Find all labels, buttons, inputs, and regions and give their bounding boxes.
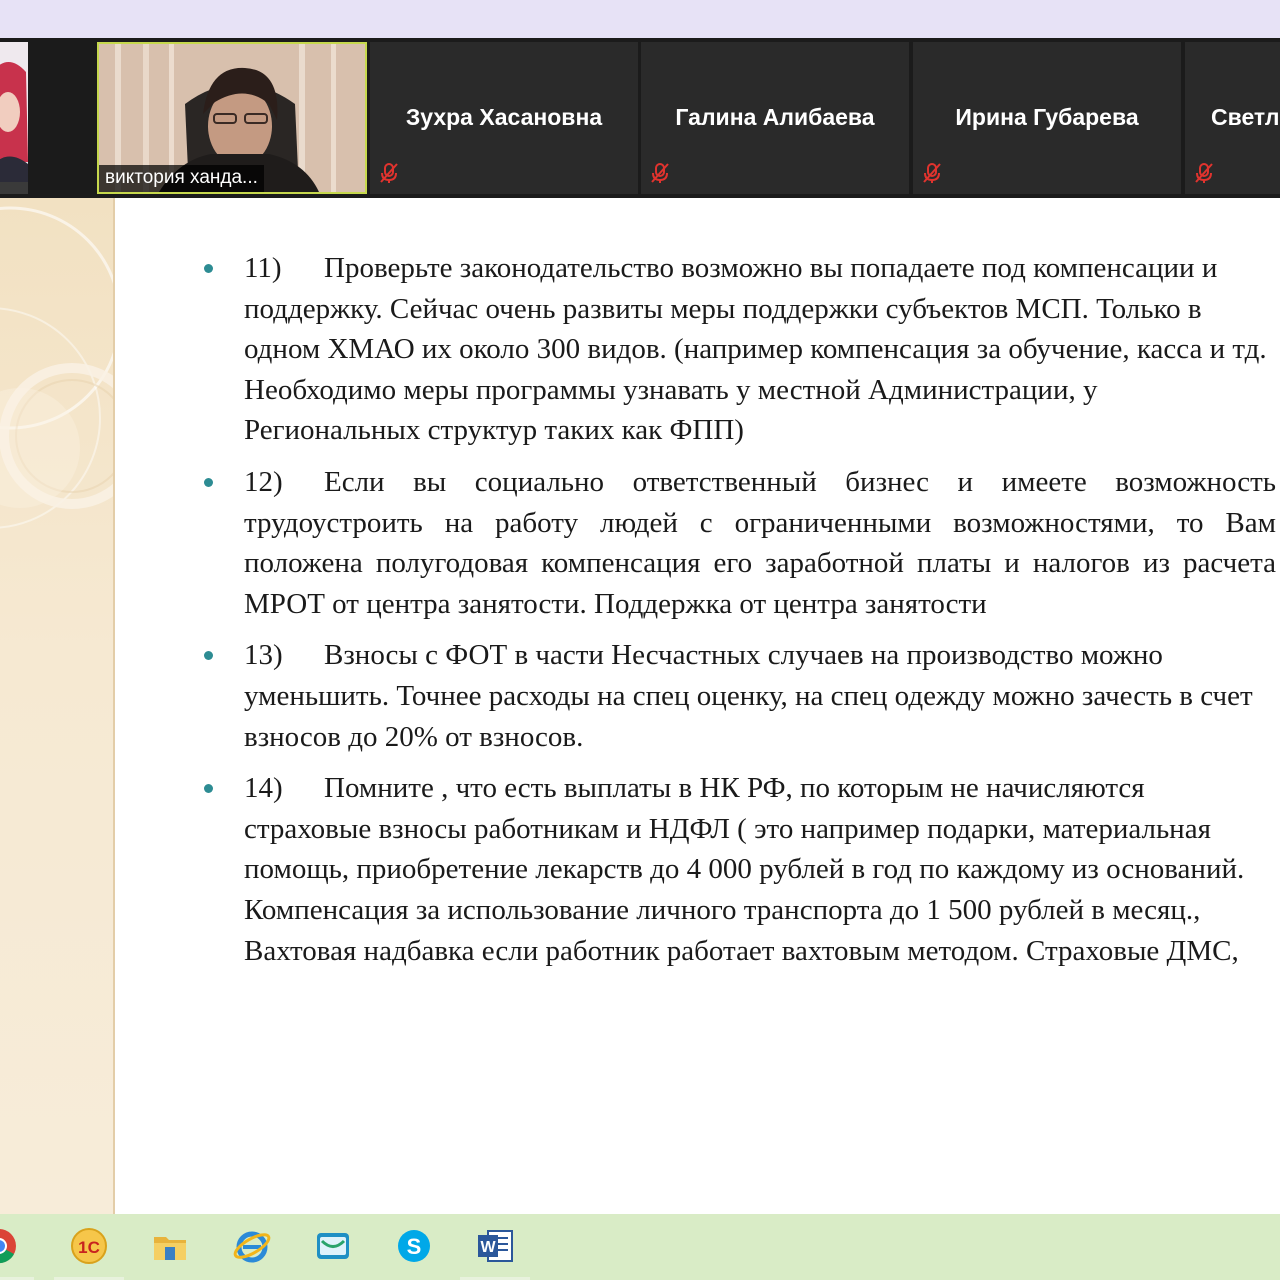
- decorative-circles: [0, 206, 115, 529]
- word-icon-label: W: [480, 1239, 496, 1256]
- bullet-text: Если вы социально ответственный бизнес и…: [244, 465, 1276, 620]
- participant-tile[interactable]: Галина Алибаева: [641, 42, 909, 194]
- bullet-dot: [204, 784, 213, 794]
- slide-bullet-list: 11) Проверьте законодательство возможно в…: [200, 248, 1276, 982]
- word-icon: W: [478, 1230, 513, 1262]
- bullet-number: 14): [244, 772, 283, 805]
- file-explorer-icon: [154, 1237, 186, 1260]
- window-top-strip: [0, 0, 1280, 38]
- participant-gallery: виктория ханда... Зухра Хасановна Галина…: [0, 38, 1280, 198]
- bullet-dot: [204, 264, 213, 273]
- skype-icon-label: S: [407, 1234, 422, 1259]
- mic-muted-icon: [923, 163, 941, 183]
- participant-tile-active-speaker[interactable]: виктория ханда...: [97, 42, 367, 194]
- mic-muted-icon: [651, 163, 669, 183]
- mic-muted-icon: [1195, 163, 1213, 183]
- bullet-number: 12): [244, 465, 283, 498]
- participant-name: Ирина Губарева: [955, 104, 1139, 130]
- windows-taskbar: 1С S W: [0, 1214, 1280, 1280]
- slide-bullet-item: 13) Взносы с ФОТ в части Несчастных случа…: [200, 635, 1276, 757]
- participant-video-thumbnail: [0, 42, 28, 194]
- 1c-icon-label: 1С: [78, 1238, 100, 1257]
- skype-icon: S: [398, 1230, 430, 1262]
- participant-name: Светл: [1211, 104, 1280, 130]
- bullet-text: Взносы с ФОТ в части Несчастных случаев …: [244, 639, 1253, 753]
- participant-tile[interactable]: Ирина Губарева: [913, 42, 1181, 194]
- taskbar-word-button[interactable]: W: [456, 1214, 534, 1280]
- bullet-number: 13): [244, 639, 283, 672]
- bullet-text: Помните , что есть выплаты в НК РФ, по к…: [244, 772, 1245, 967]
- taskbar-mail-button[interactable]: [294, 1214, 372, 1280]
- shared-screen-slide: 11) Проверьте законодательство возможно в…: [0, 198, 1280, 1214]
- taskbar-file-explorer-button[interactable]: [131, 1214, 209, 1280]
- internet-explorer-icon: [233, 1231, 271, 1263]
- participant-tile[interactable]: [0, 42, 28, 194]
- bullet-dot: [204, 651, 213, 661]
- slide-panel-edge: [113, 198, 115, 1214]
- slide-bullet-item: 14) Помните , что есть выплаты в НК РФ, п…: [200, 768, 1276, 971]
- taskbar-chrome-button[interactable]: [0, 1214, 38, 1280]
- slide-bullet-item: 12) Если вы социально ответственный бизне…: [200, 462, 1276, 624]
- participant-tile[interactable]: Зухра Хасановна: [370, 42, 638, 194]
- participant-name: Галина Алибаева: [675, 104, 875, 130]
- slide-decorative-panel: [0, 198, 115, 1214]
- taskbar-skype-button[interactable]: S: [375, 1214, 453, 1280]
- mail-icon: [317, 1233, 349, 1259]
- bullet-dot: [204, 477, 213, 487]
- chrome-icon: [0, 1229, 16, 1264]
- bullet-text: Проверьте законодательство возможно вы п…: [244, 252, 1267, 447]
- mic-muted-icon: [380, 163, 398, 183]
- bullet-number: 11): [244, 252, 282, 284]
- participant-name: Зухра Хасановна: [405, 104, 603, 130]
- taskbar-internet-explorer-button[interactable]: [213, 1214, 291, 1280]
- slide-bullet-item: 11) Проверьте законодательство возможно в…: [200, 248, 1276, 451]
- participant-name: виктория ханда...: [99, 165, 264, 192]
- participant-tile[interactable]: Светл: [1185, 42, 1280, 194]
- 1c-icon: 1С: [71, 1228, 107, 1264]
- taskbar-1c-button[interactable]: 1С: [50, 1214, 128, 1280]
